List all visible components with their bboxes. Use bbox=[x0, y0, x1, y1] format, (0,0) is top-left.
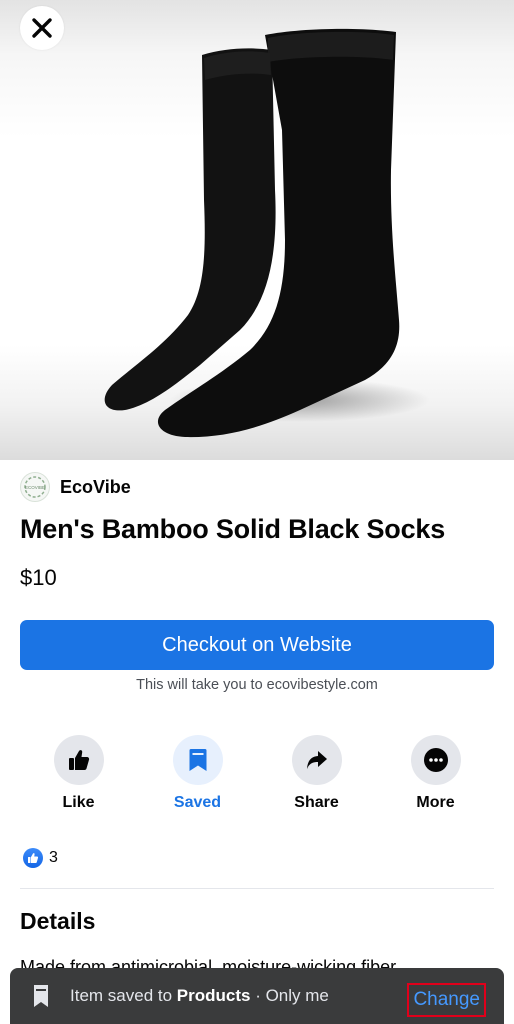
saved-button[interactable]: Saved bbox=[138, 735, 257, 812]
saved-toast: Item saved to Products · Only me Change bbox=[10, 968, 504, 1024]
reaction-summary[interactable]: 3 bbox=[23, 848, 58, 868]
reaction-count: 3 bbox=[49, 849, 58, 866]
socks-image bbox=[104, 28, 430, 438]
checkout-button[interactable]: Checkout on Website bbox=[20, 620, 494, 670]
thumbs-up-icon bbox=[68, 750, 89, 770]
more-label: More bbox=[416, 794, 455, 811]
bookmark-icon bbox=[189, 749, 206, 771]
divider bbox=[20, 888, 494, 889]
svg-text:ECOVIBE: ECOVIBE bbox=[25, 485, 45, 490]
like-button[interactable]: Like bbox=[19, 735, 138, 812]
close-button[interactable] bbox=[20, 6, 64, 50]
product-image bbox=[0, 0, 514, 460]
toast-collection-name[interactable]: Products bbox=[177, 986, 251, 1005]
action-bar: Like Saved Share More bbox=[19, 735, 495, 812]
toast-message: Item saved to Products · Only me bbox=[70, 986, 329, 1005]
details-heading: Details bbox=[20, 908, 96, 934]
seller-name[interactable]: EcoVibe bbox=[60, 477, 131, 498]
product-title: Men's Bamboo Solid Black Socks bbox=[20, 514, 446, 544]
share-arrow-icon bbox=[306, 751, 327, 769]
like-label: Like bbox=[62, 794, 95, 811]
share-label: Share bbox=[294, 794, 339, 811]
more-button[interactable]: More bbox=[376, 735, 495, 812]
change-button[interactable]: Change bbox=[407, 983, 486, 1017]
seller-logo: ECOVIBE bbox=[20, 472, 50, 502]
more-dots-icon bbox=[423, 748, 448, 772]
saved-label: Saved bbox=[173, 794, 222, 811]
close-icon bbox=[32, 18, 52, 38]
share-button[interactable]: Share bbox=[257, 735, 376, 812]
product-price: $10 bbox=[20, 565, 57, 590]
bookmark-icon bbox=[32, 984, 52, 1008]
seller-info[interactable]: ECOVIBE EcoVibe bbox=[20, 472, 131, 502]
checkout-note: This will take you to ecovibestyle.com bbox=[136, 677, 378, 693]
like-reaction-icon bbox=[23, 848, 43, 868]
